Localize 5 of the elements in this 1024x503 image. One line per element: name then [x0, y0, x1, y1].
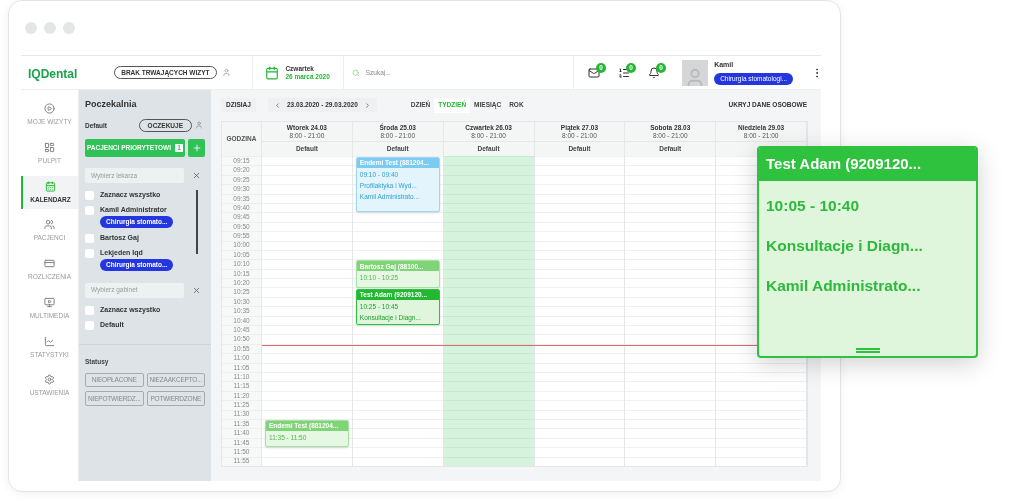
tooltip-title: Test Adam (9209120... — [766, 154, 922, 175]
tooltip-detail: Konsultacje i Diagn... — [766, 237, 924, 255]
tooltip-detail: Kamil Administrato... — [766, 277, 922, 295]
tooltip-detail: 10:05 - 10:40 — [766, 197, 861, 215]
panel-title: Poczekalnia — [85, 98, 138, 111]
